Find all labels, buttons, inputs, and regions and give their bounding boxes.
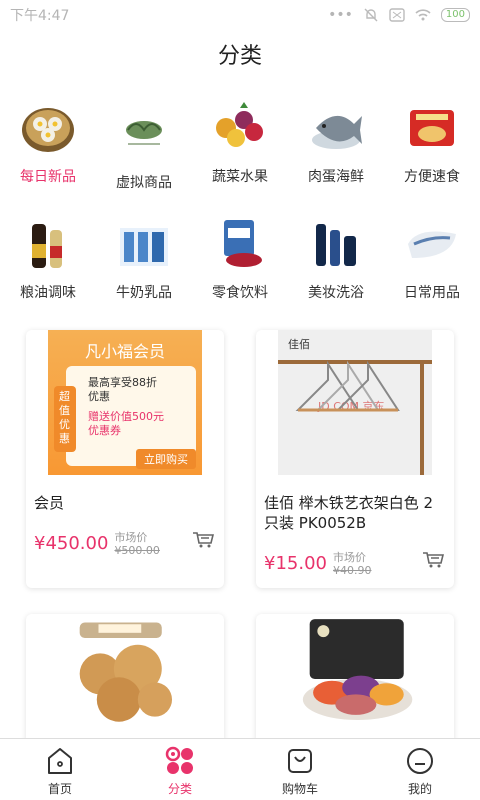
- instant-noodle-image: [410, 110, 454, 146]
- mute-bell-icon: [364, 8, 378, 22]
- cranberry-snack-image: [224, 220, 262, 267]
- category-label: 每日新品: [20, 169, 76, 185]
- banner-side-badge: 超值优惠: [54, 386, 76, 452]
- cookie-jar-image: [79, 622, 173, 722]
- status-icons: ••• 100: [328, 7, 470, 23]
- category-label: 零食饮料: [212, 285, 268, 301]
- category-label: 美妆洗浴: [308, 285, 364, 301]
- market-price: 市场价 ¥500.00: [114, 531, 160, 557]
- soy-sauce-image: [32, 224, 62, 268]
- milk-box-image: [120, 228, 168, 266]
- product-card[interactable]: [26, 614, 224, 744]
- member-banner-image: 凡小福会员 超值优惠 最高享受88折 优惠 赠送价值500元 优惠券 立即购买: [48, 330, 202, 475]
- category-item-daily-new[interactable]: 每日新品: [0, 98, 96, 186]
- tab-category[interactable]: 分类: [120, 739, 240, 800]
- category-label: 蔬菜水果: [212, 169, 268, 185]
- tab-label: 我的: [407, 782, 432, 796]
- tab-cart[interactable]: 购物车: [240, 739, 360, 800]
- banner-buy-button: 立即购买: [136, 449, 196, 469]
- category-item-fruit-veg[interactable]: 蔬菜水果: [192, 98, 288, 186]
- product-card[interactable]: 凡小福会员 超值优惠 最高享受88折 优惠 赠送价值500元 优惠券 立即购买 …: [26, 330, 224, 588]
- market-price-label: 市场价: [114, 531, 148, 544]
- hanger-graphic: [278, 360, 432, 475]
- cosmetics-image: [316, 224, 356, 266]
- category-label: 日常用品: [404, 285, 460, 301]
- price-row: ¥450.00 市场价 ¥500.00: [26, 523, 224, 557]
- battery-icon: 100: [440, 8, 470, 22]
- wifi-icon: [415, 9, 431, 21]
- add-to-cart-icon[interactable]: [422, 551, 444, 569]
- veggie-chips-image: [302, 619, 413, 721]
- hanger-image: 佳佰 JD.COM 京东: [278, 330, 432, 475]
- tab-label: 购物车: [281, 782, 318, 796]
- market-price-value: ¥500.00: [114, 544, 160, 557]
- dumpling-image: [22, 108, 74, 152]
- category-label: 肉蛋海鲜: [308, 169, 364, 185]
- banner-title: 凡小福会员: [84, 342, 165, 361]
- sim-icon: [389, 8, 405, 22]
- category-label: 虚拟商品: [116, 175, 172, 191]
- category-item-dairy[interactable]: 牛奶乳品: [96, 214, 192, 302]
- add-to-cart-icon[interactable]: [192, 531, 214, 549]
- category-item-virtual[interactable]: 虚拟商品: [96, 104, 192, 192]
- status-bar: 下午4:47 ••• 100: [0, 0, 480, 30]
- market-price-label: 市场价: [332, 551, 366, 564]
- pillow-image: [408, 231, 456, 258]
- product-name: 佳佰 榉木铁艺衣架白色 2只装 PK0052B: [264, 494, 434, 532]
- product-card[interactable]: 佳佰 JD.COM 京东 佳佰 榉木铁艺衣架白色 2只装 PK0052B ¥15…: [256, 330, 454, 588]
- category-item-grain-oil[interactable]: 粮油调味: [0, 214, 96, 302]
- leaf-logo-image: [126, 121, 162, 145]
- market-price: 市场价 ¥40.90: [333, 551, 372, 577]
- category-item-snacks-drinks[interactable]: 零食饮料: [192, 214, 288, 302]
- category-item-daily-use[interactable]: 日常用品: [384, 214, 480, 302]
- category-item-beauty-bath[interactable]: 美妆洗浴: [288, 214, 384, 302]
- more-dots-icon: •••: [328, 7, 353, 23]
- bottom-tab-bar: 首页 分类 购物车 我的: [0, 738, 480, 800]
- shopping-bag-icon: [288, 749, 312, 773]
- tab-profile[interactable]: 我的: [360, 739, 480, 800]
- category-label: 牛奶乳品: [116, 285, 172, 301]
- tab-home[interactable]: 首页: [0, 739, 120, 800]
- category-label: 粮油调味: [20, 285, 76, 301]
- price-row: ¥15.00 市场价 ¥40.90: [256, 543, 454, 577]
- home-icon: [48, 748, 72, 774]
- category-item-meat-seafood[interactable]: 肉蛋海鲜: [288, 98, 384, 186]
- status-time: 下午4:47: [10, 8, 70, 24]
- profile-icon: [407, 748, 433, 774]
- market-price-value: ¥40.90: [332, 564, 372, 577]
- fruit-basket-image: [216, 102, 263, 147]
- category-icon: [165, 746, 193, 774]
- product-price: ¥450.00: [34, 533, 109, 554]
- tab-label: 首页: [47, 782, 72, 796]
- banner-line4: 优惠券: [88, 424, 121, 437]
- tab-label: 分类: [167, 782, 192, 796]
- product-card[interactable]: [256, 614, 454, 744]
- banner-line2: 优惠: [88, 390, 110, 403]
- product-price: ¥15.00: [264, 553, 327, 574]
- category-label: 方便速食: [404, 169, 460, 185]
- page-title: 分类: [217, 44, 262, 69]
- product-name: 会员: [34, 494, 65, 512]
- fish-image: [312, 115, 362, 149]
- category-item-instant-food[interactable]: 方便速食: [384, 98, 480, 186]
